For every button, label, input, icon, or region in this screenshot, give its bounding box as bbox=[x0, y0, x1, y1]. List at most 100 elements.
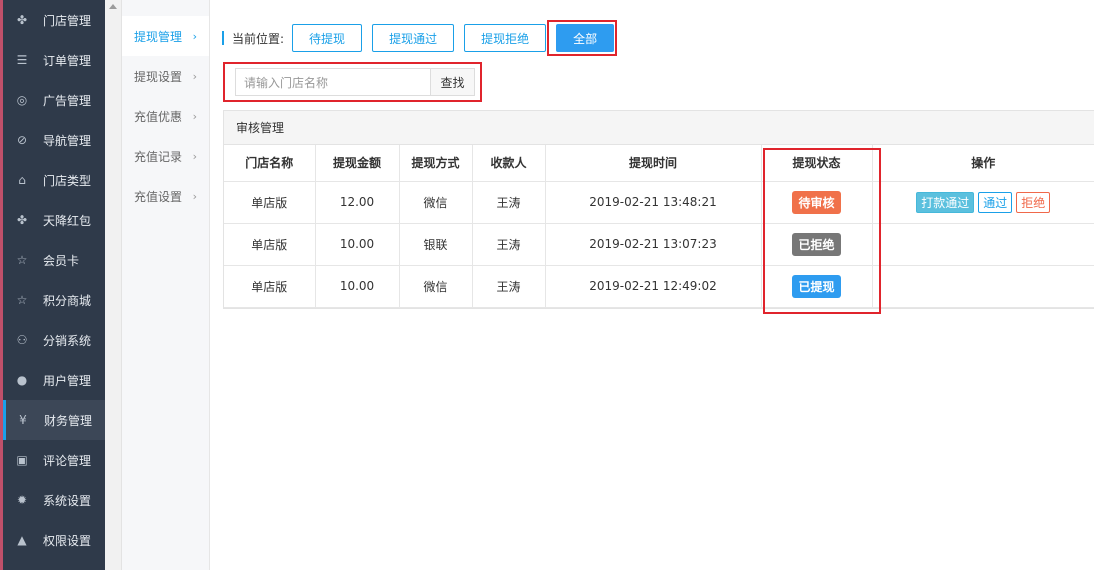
sidebar-item-label: 评论管理 bbox=[43, 453, 92, 468]
sidebar-item-label: 广告管理 bbox=[43, 93, 92, 108]
withdraw-table: 门店名称 提现金额 提现方式 收款人 提现时间 提现状态 操作 单店版 12.0… bbox=[224, 145, 1094, 308]
lifebuoy-icon: ◎ bbox=[16, 93, 28, 107]
money-icon: ▣ bbox=[16, 453, 28, 467]
submenu-item-recharge-offers[interactable]: 充值优惠 › bbox=[122, 96, 209, 136]
compass-icon: ⊘ bbox=[16, 133, 28, 147]
cell-payee: 王涛 bbox=[471, 223, 546, 266]
approve-button[interactable]: 通过 bbox=[978, 191, 1013, 213]
sidebar-item-label: 门店管理 bbox=[43, 13, 92, 28]
column-header: 收款人 bbox=[471, 145, 546, 182]
scroll-up-icon[interactable] bbox=[109, 4, 117, 9]
tab-pending[interactable]: 待提现 bbox=[292, 24, 363, 52]
cell-actions bbox=[871, 223, 1094, 266]
sidebar-item-label: 积分商城 bbox=[43, 293, 92, 308]
audit-panel: 审核管理 门店名称 提现金额 提现方式 收款人 提现时间 提现状态 操作 单店版 bbox=[223, 110, 1094, 309]
column-header: 门店名称 bbox=[224, 145, 316, 182]
sidebar-item-store-type[interactable]: ⌂ 门店类型 bbox=[3, 160, 105, 200]
breadcrumb-marker bbox=[222, 31, 224, 45]
cell-amount: 10.00 bbox=[314, 223, 400, 266]
cell-payee: 王涛 bbox=[471, 265, 546, 308]
sidebar-item-label: 用户管理 bbox=[43, 373, 92, 388]
cell-store: 单店版 bbox=[224, 223, 316, 266]
sidebar-item-member-card[interactable]: ☆ 会员卡 bbox=[3, 240, 105, 280]
table-row: 单店版 12.00 微信 王涛 2019-02-21 13:48:21 待审核 … bbox=[224, 181, 1094, 224]
submenu-item-withdraw-mgmt[interactable]: 提现管理 › bbox=[122, 16, 209, 56]
cell-time: 2019-02-21 13:07:23 bbox=[544, 223, 762, 266]
column-header: 提现金额 bbox=[314, 145, 400, 182]
location-label: 当前位置: bbox=[232, 31, 285, 46]
sidebar-item-label: 系统设置 bbox=[43, 493, 92, 508]
chevron-right-icon: › bbox=[192, 109, 197, 123]
sidebar-item-nav[interactable]: ⊘ 导航管理 bbox=[3, 120, 105, 160]
tab-approved[interactable]: 提现通过 bbox=[372, 24, 455, 52]
table-row: 单店版 10.00 银联 王涛 2019-02-21 13:07:23 已拒绝 bbox=[224, 223, 1094, 266]
sidebar-item-label: 权限设置 bbox=[43, 533, 92, 548]
chevron-right-icon: › bbox=[192, 149, 197, 163]
main-content: 当前位置: 待提现 提现通过 提现拒绝 全部 请输入门店名称 查找 审核管理 门… bbox=[210, 0, 1094, 570]
cell-method: 微信 bbox=[398, 265, 473, 308]
panel-title: 审核管理 bbox=[224, 111, 1094, 145]
sidebar-item-label: 财务管理 bbox=[44, 413, 93, 428]
table-header-row: 门店名称 提现金额 提现方式 收款人 提现时间 提现状态 操作 bbox=[224, 145, 1094, 182]
submenu-item-recharge-records[interactable]: 充值记录 › bbox=[122, 136, 209, 176]
cubes-icon: ✤ bbox=[16, 213, 28, 227]
submenu-item-label: 充值设置 bbox=[134, 189, 183, 204]
user-icon: ● bbox=[16, 373, 28, 387]
sidebar-item-label: 分销系统 bbox=[43, 333, 92, 348]
sidebar-item-points-mall[interactable]: ☆ 积分商城 bbox=[3, 280, 105, 320]
sidebar-item-label: 会员卡 bbox=[43, 253, 80, 268]
submenu-item-label: 提现设置 bbox=[134, 69, 183, 84]
star-icon: ☆ bbox=[16, 253, 28, 267]
reject-button[interactable]: 拒绝 bbox=[1016, 191, 1051, 213]
cubes-icon: ✤ bbox=[16, 13, 28, 27]
cell-time: 2019-02-21 13:48:21 bbox=[544, 181, 762, 224]
cell-actions: 打款通过 通过 拒绝 bbox=[871, 181, 1094, 224]
column-header: 提现方式 bbox=[398, 145, 473, 182]
pay-approve-button[interactable]: 打款通过 bbox=[916, 191, 975, 213]
bank-icon: ⌂ bbox=[18, 173, 26, 187]
sidebar-item-orders[interactable]: ☰ 订单管理 bbox=[3, 40, 105, 80]
cell-amount: 10.00 bbox=[314, 265, 400, 308]
users-icon: ⚇ bbox=[16, 333, 28, 347]
cell-store: 单店版 bbox=[224, 265, 316, 308]
sidebar-item-settings[interactable]: ✹ 系统设置 bbox=[3, 480, 105, 520]
sidebar-item-store[interactable]: ✤ 门店管理 bbox=[3, 0, 105, 40]
yen-icon: ¥ bbox=[19, 413, 27, 427]
sidebar-item-ads[interactable]: ◎ 广告管理 bbox=[3, 80, 105, 120]
sub-menu: 提现管理 › 提现设置 › 充值优惠 › 充值记录 › 充值设置 › bbox=[122, 0, 210, 570]
cell-store: 单店版 bbox=[224, 181, 316, 224]
lock-icon: ▲ bbox=[17, 533, 27, 547]
highlight-box-status bbox=[763, 148, 881, 314]
cell-time: 2019-02-21 12:49:02 bbox=[544, 265, 762, 308]
list-icon: ☰ bbox=[16, 53, 28, 67]
cell-method: 银联 bbox=[398, 223, 473, 266]
chevron-right-icon: › bbox=[192, 189, 197, 203]
submenu-item-label: 充值记录 bbox=[134, 149, 183, 164]
highlight-box-search bbox=[223, 62, 482, 102]
star-icon: ☆ bbox=[16, 293, 28, 307]
tab-rejected[interactable]: 提现拒绝 bbox=[464, 24, 547, 52]
scrollbar[interactable] bbox=[105, 0, 122, 570]
chevron-right-icon: › bbox=[192, 29, 197, 43]
cell-amount: 12.00 bbox=[314, 181, 400, 224]
chevron-right-icon: › bbox=[192, 69, 197, 83]
cell-method: 微信 bbox=[398, 181, 473, 224]
submenu-item-withdraw-settings[interactable]: 提现设置 › bbox=[122, 56, 209, 96]
sidebar-item-finance[interactable]: ¥ 财务管理 bbox=[3, 400, 105, 440]
main-sidebar: ✤ 门店管理 ☰ 订单管理 ◎ 广告管理 ⊘ 导航管理 ⌂ 门店类型 ✤ 天降红包 ☆ 会员卡… bbox=[0, 0, 105, 570]
sidebar-item-comments[interactable]: ▣ 评论管理 bbox=[3, 440, 105, 480]
sidebar-item-label: 订单管理 bbox=[43, 53, 92, 68]
sidebar-item-distribution[interactable]: ⚇ 分销系统 bbox=[3, 320, 105, 360]
table-row: 单店版 10.00 微信 王涛 2019-02-21 12:49:02 已提现 bbox=[224, 265, 1094, 308]
submenu-item-label: 充值优惠 bbox=[134, 109, 183, 124]
sidebar-item-red-packet[interactable]: ✤ 天降红包 bbox=[3, 200, 105, 240]
sidebar-item-label: 导航管理 bbox=[43, 133, 92, 148]
sidebar-item-permissions[interactable]: ▲ 权限设置 bbox=[3, 520, 105, 560]
submenu-item-recharge-settings[interactable]: 充值设置 › bbox=[122, 176, 209, 216]
cell-payee: 王涛 bbox=[471, 181, 546, 224]
sidebar-item-label: 门店类型 bbox=[43, 173, 92, 188]
column-header: 提现时间 bbox=[544, 145, 762, 182]
gear-icon: ✹ bbox=[16, 493, 28, 507]
sidebar-item-label: 天降红包 bbox=[43, 213, 92, 228]
sidebar-item-users[interactable]: ● 用户管理 bbox=[3, 360, 105, 400]
